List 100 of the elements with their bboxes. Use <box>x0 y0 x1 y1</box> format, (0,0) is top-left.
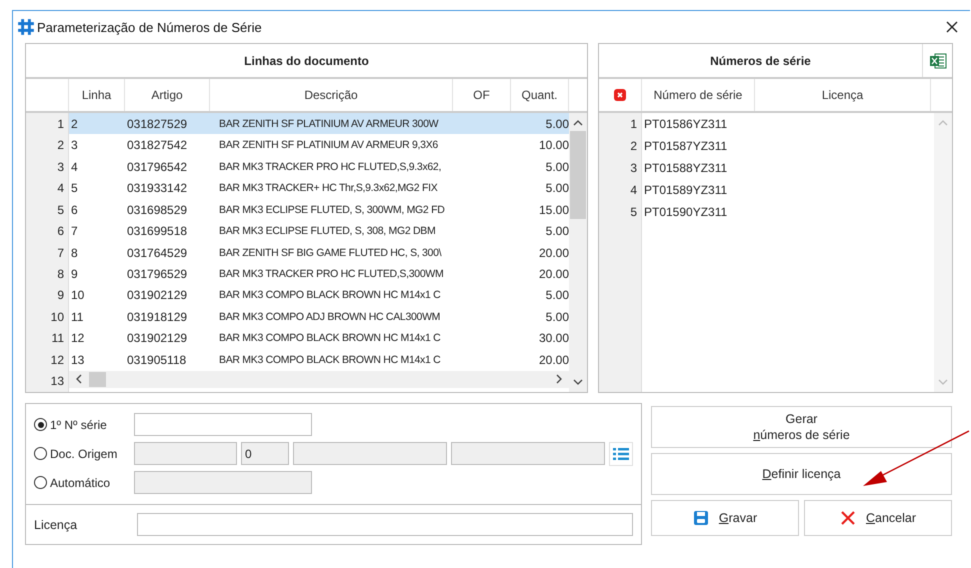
radio-option[interactable]: Doc. Origem <box>34 446 130 460</box>
table-cell-text: 031827529 <box>126 116 188 131</box>
row-number: 1 <box>599 113 642 135</box>
cancel-button[interactable]: Cancelar <box>804 500 952 536</box>
table-cell-text: 5 <box>70 181 79 196</box>
table-cell-text: 031698529 <box>126 202 188 217</box>
panel-title: Números de série <box>709 54 812 68</box>
table-cell-text: 3 <box>70 138 79 152</box>
close-icon <box>840 510 856 526</box>
scrollbar-thumb[interactable] <box>89 372 106 387</box>
table-row[interactable]: 6 031698529 BAR MK3 ECLIPSE FLUTED, S, 300WM, MG2 FD 15.00 <box>69 198 569 220</box>
row-number: 10 <box>26 306 69 328</box>
table-cell-text: 031918129 <box>126 310 188 324</box>
table-row[interactable]: 5 031933142 BAR MK3 TRACKER+ HC Thr,S,9.3x62,MG2 FIX 5.00 <box>69 177 569 199</box>
column-header[interactable]: Linha <box>69 79 125 111</box>
table-cell-text: 10 <box>70 288 86 302</box>
table-cell-text: BAR MK3 TRACKER PRO HC FLUTED,S,9.3x62, <box>218 160 442 173</box>
table-row[interactable]: 12 031902129 BAR MK3 COMPO BLACK BROWN HC M14x1 C 30.00 <box>69 328 569 350</box>
row-number: 7 <box>26 242 69 264</box>
column-header[interactable]: Número de série <box>642 79 755 111</box>
table-row[interactable]: 3 031827542 BAR ZENITH SF PLATINIUM AV ARMEUR 9,3X6 10.00 <box>69 134 569 156</box>
radio-option[interactable]: Automático <box>34 476 130 490</box>
table-row[interactable]: 8 031764529 BAR ZENITH SF BIG GAME FLUTED HC, S, 300\ 20.00 <box>69 242 569 264</box>
panel-title: Linhas do documento <box>244 54 369 68</box>
row-number: 2 <box>599 135 642 157</box>
vertical-scrollbar[interactable] <box>569 113 587 392</box>
horizontal-scrollbar[interactable] <box>69 370 569 388</box>
table-cell-text: PT01587YZ311 <box>643 138 728 155</box>
table-cell-text: 20.00 <box>538 352 569 367</box>
table-cell-text: 031905118 <box>126 352 188 367</box>
table-cell-text: 031827542 <box>126 138 188 152</box>
row-number: 11 <box>26 328 69 350</box>
table-row[interactable]: 4 031796542 BAR MK3 TRACKER PRO HC FLUTED,S,9.3x62, 5.00 <box>69 156 569 178</box>
table-cell-text: BAR MK3 COMPO BLACK BROWN HC M14x1 C <box>218 332 442 344</box>
table-cell-text: 5.00 <box>544 310 569 324</box>
table-cell-text: BAR MK3 COMPO ADJ BROWN HC CAL300WM <box>218 310 442 323</box>
table-cell-text: 4 <box>70 160 79 174</box>
delete-icon[interactable] <box>614 89 626 101</box>
table-row[interactable]: 13 031905118 BAR MK3 COMPO BLACK BROWN HC M14x1 C 20.00 <box>69 349 569 371</box>
table-cell-text: BAR MK3 ECLIPSE FLUTED, S, 300WM, MG2 FD <box>218 204 446 216</box>
window-title: Parameterização de Números de Série <box>37 20 262 34</box>
table-row[interactable]: 7 031699518 BAR MK3 ECLIPSE FLUTED, S, 308, MG2 DBM 5.00 <box>69 220 569 242</box>
list-icon <box>613 446 629 460</box>
table-cell-text: BAR MK3 TRACKER PRO HC FLUTED,S,300WM <box>218 268 444 280</box>
table-cell-text: BAR ZENITH SF PLATINIUM AV ARMEUR 300W <box>218 118 440 130</box>
table-cell-text: 031902129 <box>126 331 188 346</box>
table-cell-text: 15.00 <box>538 202 569 217</box>
scrollbar-thumb[interactable] <box>570 131 586 219</box>
column-header[interactable]: Artigo <box>125 79 210 111</box>
close-icon <box>946 21 958 33</box>
table-cell-text: 12 <box>70 331 86 346</box>
table-cell-text: 30.00 <box>538 331 569 346</box>
row-number: 4 <box>26 177 69 199</box>
table-cell-text: PT01590YZ311 <box>643 204 728 221</box>
table-cell-text: 10.00 <box>538 138 569 152</box>
table-cell-text: 20.00 <box>538 246 569 260</box>
table-cell-text: 9 <box>70 267 79 282</box>
table-row[interactable]: 2 031827529 BAR ZENITH SF PLATINIUM AV ARMEUR 300W 5.00 <box>69 113 569 134</box>
table-cell-text: BAR ZENITH SF BIG GAME FLUTED HC, S, 300\ <box>218 246 442 259</box>
row-number: 5 <box>26 198 69 220</box>
table-cell-text: 031764529 <box>126 246 188 260</box>
table-row[interactable]: 9 031796529 BAR MK3 TRACKER PRO HC FLUTED,S,300WM 20.00 <box>69 263 569 285</box>
table-cell-text: PT01586YZ311 <box>643 116 728 133</box>
table-cell-text: 7 <box>70 224 79 238</box>
license-field[interactable] <box>136 513 633 536</box>
table-cell-text: BAR MK3 COMPO BLACK BROWN HC M14x1 C <box>218 354 442 366</box>
radio-option[interactable]: 1º Nº série <box>34 418 130 432</box>
table-cell-text: 031902129 <box>126 288 188 302</box>
table-cell-text: 5.00 <box>544 160 569 174</box>
scroll-down-icon[interactable] <box>573 378 583 386</box>
row-number: 8 <box>26 263 69 285</box>
scroll-right-icon[interactable] <box>555 374 563 384</box>
row-number: 3 <box>26 156 69 178</box>
table-cell-text: 031796542 <box>126 160 188 174</box>
table-cell-text: 5.00 <box>544 116 569 131</box>
table-cell-text: 5.00 <box>544 181 569 196</box>
define-license-button[interactable]: Definir licença <box>651 453 952 495</box>
table-cell-text: BAR MK3 COMPO BLACK BROWN HC M14x1 C <box>218 289 442 302</box>
generate-button[interactable]: Gerar números de série <box>651 406 952 448</box>
input-field[interactable] <box>134 413 312 436</box>
list-button[interactable] <box>609 442 633 466</box>
column-header[interactable]: Descrição <box>210 79 453 111</box>
row-number: 4 <box>599 179 642 201</box>
column-header[interactable]: Licença <box>755 79 931 111</box>
scroll-up-icon[interactable] <box>573 119 583 127</box>
save-button[interactable]: Gravar <box>651 500 799 536</box>
table-row[interactable]: 11 031918129 BAR MK3 COMPO ADJ BROWN HC CAL300WM 5.00 <box>69 306 569 328</box>
column-header[interactable]: OF <box>453 79 511 111</box>
table-cell-text: BAR MK3 TRACKER+ HC Thr,S,9.3x62,MG2 FIX <box>218 182 438 194</box>
table-row[interactable]: 10 031902129 BAR MK3 COMPO BLACK BROWN HC M14x1 C 5.00 <box>69 284 569 306</box>
scroll-left-icon[interactable] <box>75 374 83 384</box>
hash-icon <box>17 18 35 36</box>
row-number: 3 <box>599 157 642 179</box>
table-cell-text: 5.00 <box>544 224 569 238</box>
row-number: 6 <box>26 220 69 242</box>
table-cell-text: PT01589YZ311 <box>643 182 728 199</box>
table-cell-text: 031933142 <box>126 181 188 196</box>
column-header[interactable]: Quant. <box>511 79 569 111</box>
table-cell-text: 2 <box>70 116 79 131</box>
row-number: 13 <box>26 370 69 392</box>
